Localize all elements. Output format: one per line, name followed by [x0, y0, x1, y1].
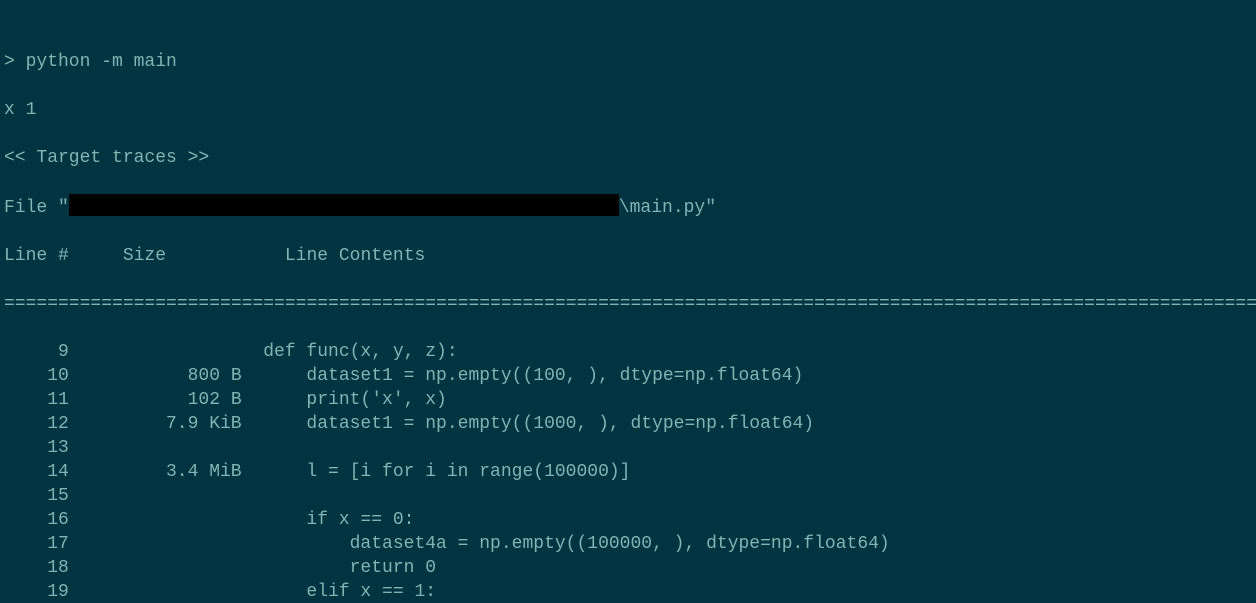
size-value: 800 B [69, 364, 242, 388]
divider-eq: ========================================… [4, 292, 1252, 316]
trace-row: 17 dataset4a = np.empty((100000, ), dtyp… [4, 532, 1252, 556]
line-content: print('x', x) [263, 388, 447, 412]
gap [242, 460, 264, 484]
file-line: File " \main.py" [4, 194, 1252, 220]
gap [242, 580, 264, 603]
trace-row: 10800 B dataset1 = np.empty((100, ), dty… [4, 364, 1252, 388]
line-content: dataset4a = np.empty((100000, ), dtype=n… [263, 532, 890, 556]
size-value: 7.9 KiB [69, 412, 242, 436]
line-content: elif x == 1: [263, 580, 436, 603]
size-value: 3.4 MiB [69, 460, 242, 484]
size-value: 102 B [69, 388, 242, 412]
trace-row: 127.9 KiB dataset1 = np.empty((1000, ), … [4, 412, 1252, 436]
redacted-path [69, 194, 619, 216]
header-contents-label: Line Contents [285, 244, 425, 268]
line-number: 17 [4, 532, 69, 556]
traces-header: << Target traces >> [4, 146, 1252, 170]
line-number: 10 [4, 364, 69, 388]
trace-row: 11102 B print('x', x) [4, 388, 1252, 412]
line-number: 16 [4, 508, 69, 532]
line-content: def func(x, y, z): [263, 340, 457, 364]
trace-row: 18 return 0 [4, 556, 1252, 580]
output-line: x 1 [4, 98, 1252, 122]
trace-rows: 9 def func(x, y, z):10800 B dataset1 = n… [4, 340, 1252, 603]
trace-row: 9 def func(x, y, z): [4, 340, 1252, 364]
trace-row: 19 elif x == 1: [4, 580, 1252, 603]
gap [242, 388, 264, 412]
line-content: dataset1 = np.empty((100, ), dtype=np.fl… [263, 364, 803, 388]
line-number: 19 [4, 580, 69, 603]
trace-row: 15 [4, 484, 1252, 508]
line-number: 18 [4, 556, 69, 580]
file-prefix: File " [4, 198, 69, 218]
line-number: 14 [4, 460, 69, 484]
trace-row: 143.4 MiB l = [i for i in range(100000)] [4, 460, 1252, 484]
line-content: return 0 [263, 556, 436, 580]
gap [242, 484, 264, 508]
line-number: 11 [4, 388, 69, 412]
terminal[interactable]: > python -m main x 1 << Target traces >>… [0, 0, 1256, 603]
gap [242, 412, 264, 436]
trace-row: 16 if x == 0: [4, 508, 1252, 532]
line-content: l = [i for i in range(100000)] [263, 460, 630, 484]
line-number: 15 [4, 484, 69, 508]
gap [242, 340, 264, 364]
gap [242, 508, 264, 532]
prompt-line: > python -m main [4, 50, 1252, 74]
header-line-label: Line # [4, 244, 69, 268]
header-size-label: Size [123, 244, 166, 268]
gap [242, 532, 264, 556]
column-header: Line # Size Line Contents [4, 244, 1252, 268]
line-number: 12 [4, 412, 69, 436]
trace-row: 13 [4, 436, 1252, 460]
line-content: if x == 0: [263, 508, 414, 532]
gap [242, 364, 264, 388]
line-number: 9 [4, 340, 69, 364]
file-suffix: \main.py" [619, 198, 716, 218]
gap [242, 436, 264, 460]
gap [242, 556, 264, 580]
line-content: dataset1 = np.empty((1000, ), dtype=np.f… [263, 412, 814, 436]
line-number: 13 [4, 436, 69, 460]
